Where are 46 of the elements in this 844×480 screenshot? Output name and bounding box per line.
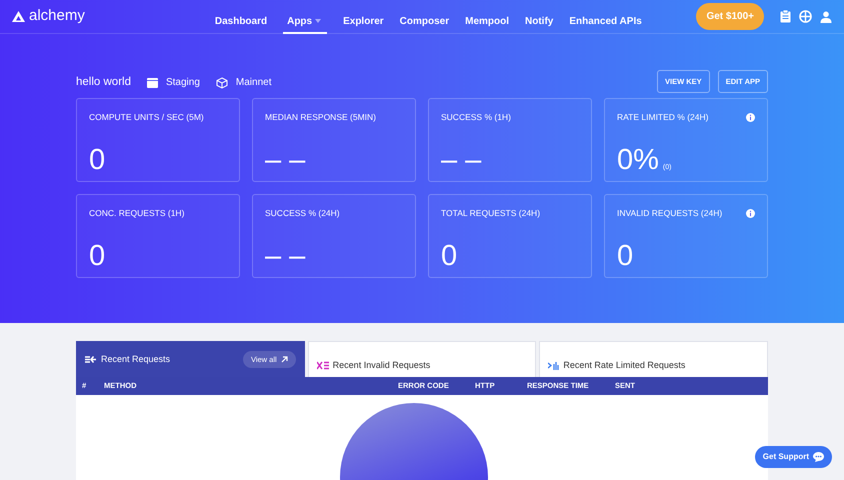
- globe-icon[interactable]: [799, 10, 812, 23]
- nav-link[interactable]: Notify: [525, 0, 554, 34]
- metric-label: INVALID REQUESTS (24H): [617, 207, 722, 220]
- arrows-icon: [85, 355, 97, 364]
- metric-value: 0: [89, 241, 106, 273]
- tab-label: Recent Requests: [101, 352, 170, 366]
- nav-link[interactable]: Composer: [400, 0, 450, 34]
- logo-text: alchemy: [29, 6, 85, 26]
- metric-value: 0: [441, 241, 458, 273]
- nav-link[interactable]: Apps: [283, 0, 328, 34]
- cube-icon: [216, 76, 228, 89]
- request-tab[interactable]: Recent Invalid Requests: [308, 341, 536, 377]
- app-name: hello world: [76, 75, 131, 90]
- info-icon[interactable]: [746, 208, 755, 218]
- window-icon: [146, 78, 158, 88]
- nav-link[interactable]: Enhanced APIs: [569, 0, 642, 34]
- cross-lines-icon: [316, 361, 329, 370]
- user-icon[interactable]: [820, 10, 832, 22]
- tab-label: Recent Invalid Requests: [332, 358, 430, 372]
- info-icon[interactable]: [746, 112, 755, 122]
- env-label: Staging: [166, 76, 200, 90]
- metric-label: RATE LIMITED % (24H): [617, 111, 708, 124]
- nav-link[interactable]: Mempool: [465, 0, 510, 34]
- support-button[interactable]: Get Support: [754, 446, 832, 468]
- metric-label: CONC. REQUESTS (1H): [89, 207, 184, 220]
- tab-label: Recent Rate Limited Requests: [563, 358, 686, 372]
- nav-link[interactable]: Explorer: [343, 0, 384, 34]
- metric-value: 0: [89, 145, 106, 177]
- nav-link[interactable]: Dashboard: [214, 0, 268, 34]
- bars-icon: [548, 361, 560, 370]
- chat-icon: [813, 452, 824, 462]
- metric-label: COMPUTE UNITS / SEC (5M): [89, 111, 204, 124]
- metric-label: TOTAL REQUESTS (24H): [441, 207, 540, 220]
- logo-icon: [12, 11, 25, 22]
- clipboard-icon[interactable]: [780, 10, 791, 23]
- metric-value: 0: [617, 241, 634, 273]
- metric-label: SUCCESS % (24H): [265, 207, 340, 220]
- env-label: Mainnet: [236, 76, 272, 90]
- metric-value: – –: [441, 145, 482, 177]
- arrow-icon: [280, 356, 288, 363]
- metric-label: MEDIAN RESPONSE (5MIN): [265, 111, 376, 124]
- metric-value: – –: [265, 145, 306, 177]
- request-tab[interactable]: Recent Rate Limited Requests: [539, 341, 768, 377]
- metric-value: – –: [265, 241, 306, 273]
- metric-label: SUCCESS % (1H): [441, 111, 511, 124]
- metric-value: 0%: [617, 145, 659, 177]
